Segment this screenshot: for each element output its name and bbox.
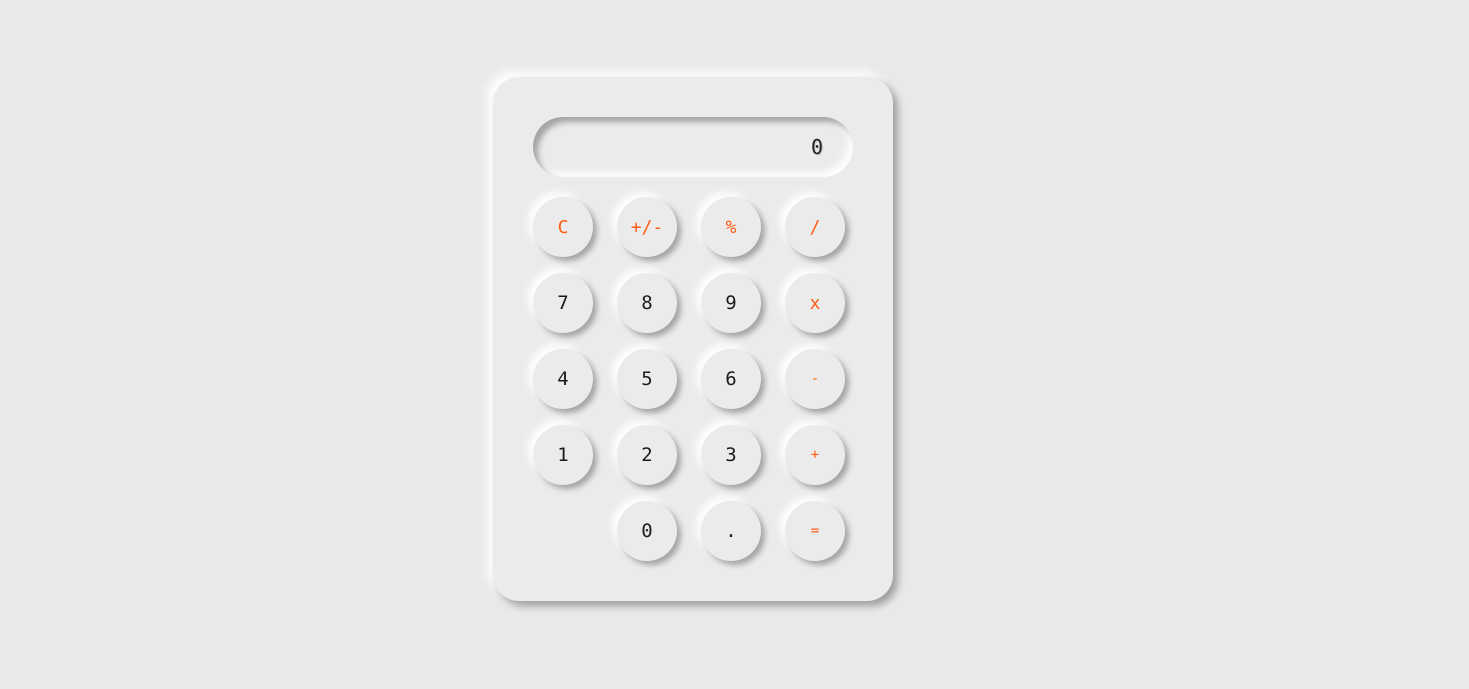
- digit-5-button[interactable]: 5: [617, 349, 677, 409]
- divide-button[interactable]: /: [785, 197, 845, 257]
- display-value: 0: [810, 135, 823, 159]
- add-button[interactable]: +: [785, 425, 845, 485]
- digit-6-button[interactable]: 6: [701, 349, 761, 409]
- clear-button[interactable]: C: [533, 197, 593, 257]
- digit-3-button[interactable]: 3: [701, 425, 761, 485]
- digit-4-button[interactable]: 4: [533, 349, 593, 409]
- display-screen: 0: [533, 117, 853, 177]
- subtract-button[interactable]: -: [785, 349, 845, 409]
- digit-8-button[interactable]: 8: [617, 273, 677, 333]
- equals-button[interactable]: =: [785, 501, 845, 561]
- digit-9-button[interactable]: 9: [701, 273, 761, 333]
- calculator-body: 0 C +/- % / 7 8 9 x 4 5 6 - 1 2 3 + 0 . …: [493, 77, 893, 601]
- decimal-button[interactable]: .: [701, 501, 761, 561]
- sign-toggle-button[interactable]: +/-: [617, 197, 677, 257]
- digit-1-button[interactable]: 1: [533, 425, 593, 485]
- digit-7-button[interactable]: 7: [533, 273, 593, 333]
- digit-0-button[interactable]: 0: [617, 501, 677, 561]
- digit-2-button[interactable]: 2: [617, 425, 677, 485]
- percent-button[interactable]: %: [701, 197, 761, 257]
- multiply-button[interactable]: x: [785, 273, 845, 333]
